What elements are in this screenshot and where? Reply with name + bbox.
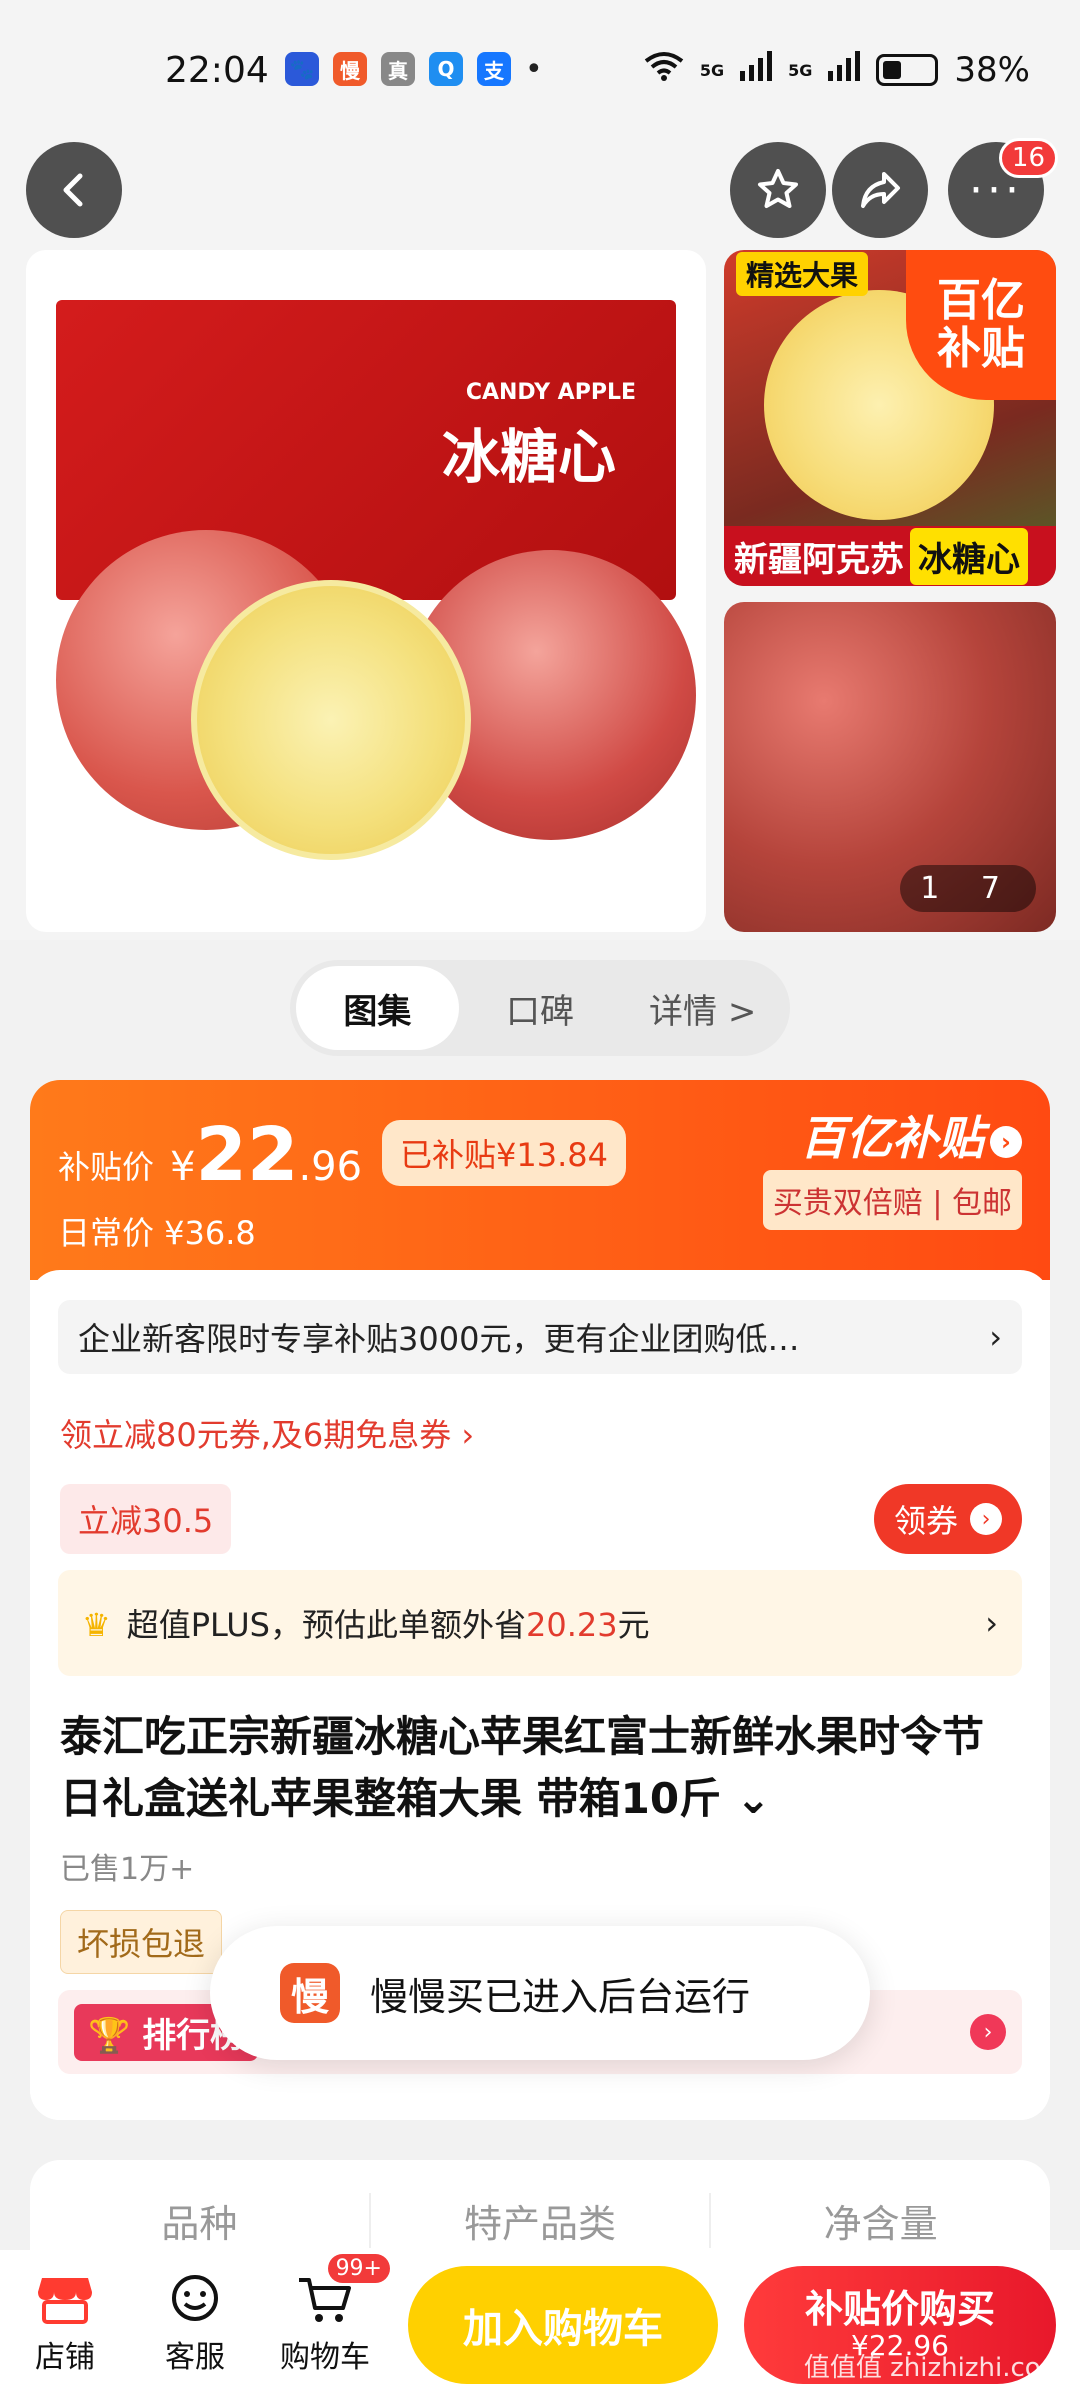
instant-discount-tag: 立减30.5 [60,1484,232,1554]
gallery-thumb-2[interactable]: 1 7 [724,602,1056,932]
battery-icon [876,54,939,86]
baidu-app-icon: 🐾 [285,52,319,86]
status-time: 22:04 [165,50,269,91]
buy-main-label: 补贴价购买 [804,2286,995,2331]
thumb-caption-a: 新疆阿克苏 [734,539,904,580]
manman-app-icon: 慢 [333,52,367,86]
plus-prefix: 超值PLUS，预估此单额外省 [126,1606,526,1644]
yi-badge-line2: 补贴 [937,323,1025,374]
service-tag: 坏损包退 [60,1910,223,1974]
get-coupon-button[interactable]: 领券 › [873,1484,1022,1554]
enterprise-promo-bar[interactable]: 企业新客限时专享补贴3000元，更有企业团购低… › [58,1300,1022,1374]
status-bar: 22:04 🐾 慢真 Q 支 • 5G 5G 38% [0,0,1080,130]
tab-reviews[interactable]: 口碑 [459,966,622,1050]
more-badge: 16 [998,138,1058,178]
tab-gallery[interactable]: 图集 [296,966,459,1050]
battery-level: 38% [954,50,1030,90]
tab-details[interactable]: 详情 > [621,966,784,1050]
enterprise-promo-text: 企业新客限时专享补贴3000元，更有企业团购低… [78,1320,800,1358]
smile-chat-icon [166,2274,224,2324]
trophy-icon: 🏆 [88,2015,131,2056]
plus-amount: 20.23 [525,1606,618,1644]
thumb-caption-b: 冰糖心 [910,527,1028,585]
service-label: 客服 [165,2340,225,2375]
plus-savings-bar[interactable]: ♛ 超值PLUS，预估此单额外省20.23元 › [58,1570,1022,1676]
top-nav: ··· 16 [0,130,1080,250]
chevron-left-icon [63,173,83,207]
more-notifications-dot: • [525,52,543,87]
subsidy-price: ¥22.96 [170,1112,362,1198]
back-button[interactable] [26,142,122,238]
signal-bars-icon [740,50,773,90]
favorite-button[interactable] [730,142,826,238]
box-chinese-text: 冰糖心 [441,423,616,491]
chevron-right-icon: › [970,2014,1006,2050]
guarantee-badge: 买贵双倍赔 | 包邮 [762,1170,1022,1230]
product-title[interactable]: 泰汇吃正宗新疆冰糖心苹果红富士新鲜水果时令节日礼盒送礼苹果整箱大果 带箱10斤 … [60,1706,1020,1830]
wifi-icon [644,50,684,90]
price-decimal: .96 [298,1144,363,1190]
signal-5g-2: 5G [788,60,813,80]
sold-count: 已售1万+ [60,1852,195,1887]
add-to-cart-button[interactable]: 加入购物车 [408,2266,718,2384]
manman-app-icon: 慢 [280,1963,340,2023]
yi-logo-text: 百亿补贴 [800,1111,984,1165]
apple-cut-half [191,580,471,860]
price-header: 补贴价 ¥22.96 已补贴¥13.84 日常价 ¥36.8 百亿补贴 › 买贵双… [30,1080,1050,1280]
spec-variety[interactable]: 品种 [30,2192,371,2248]
spec-category[interactable]: 特产品类 [371,2192,712,2248]
main-product-image[interactable]: CANDY APPLE 冰糖心 [26,250,706,932]
plus-savings-text: ♛ 超值PLUS，预估此单额外省20.23元 [82,1600,650,1646]
bottom-action-bar: 店铺 客服 99+ 购物车 加入购物车 补贴价购买 ¥22.96 值值值 zhi… [0,2250,1080,2400]
customer-service-button[interactable]: 客服 [130,2274,260,2376]
get-coupon-label: 领券 [893,1502,958,1540]
cart-button[interactable]: 99+ 购物车 [260,2254,390,2376]
toast-message: 慢慢买已进入后台运行 [370,1974,751,2019]
spec-net-weight[interactable]: 净含量 [711,2193,1050,2248]
crown-icon: ♛ [82,1606,111,1644]
image-counter: 1 7 [900,865,1036,912]
notification-app-icons: 🐾 慢真 Q 支 • [285,52,543,87]
plus-suffix: 元 [617,1606,650,1644]
coupon-offer-link[interactable]: 领立减80元券,及6期免息券 › [60,1410,474,1456]
share-button[interactable] [832,142,928,238]
chevron-right-icon: › [990,1125,1022,1158]
currency-symbol: ¥ [170,1144,196,1190]
daily-price: 日常价 ¥36.8 [58,1214,256,1252]
share-icon [861,172,900,208]
search-app-icon: Q [429,52,463,86]
cart-label: 购物车 [280,2340,370,2375]
gallery-thumb-1[interactable]: 精选大果 百亿 补贴 新疆阿克苏 冰糖心 [724,250,1056,586]
price-integer: 22 [195,1112,299,1198]
image-gallery[interactable]: CANDY APPLE 冰糖心 精选大果 百亿 补贴 新疆阿克苏 冰糖心 1 7 [0,250,1080,940]
background-run-toast: 慢 慢慢买已进入后台运行 [210,1926,870,2060]
subsidy-price-label: 补贴价 [58,1148,155,1186]
star-icon [758,169,798,208]
chevron-right-icon: › [985,1604,998,1642]
watermark: 值值值 zhizhizhi.com [803,2353,1066,2383]
signal-5g-1: 5G [699,60,725,80]
store-button[interactable]: 店铺 [0,2274,130,2376]
thumb-top-tag: 精选大果 [736,252,869,296]
yi-badge-line1: 百亿 [937,274,1025,326]
box-english-text: CANDY APPLE [465,380,636,405]
section-tabs: 图集 口碑 详情 > [290,960,790,1056]
yi-subsidy-logo[interactable]: 百亿补贴 › [800,1102,1022,1168]
subsidized-amount-badge: 已补贴¥13.84 [382,1120,626,1186]
chevron-right-icon: › [989,1318,1002,1356]
signal-bars-icon [828,50,861,90]
thumb-caption: 新疆阿克苏 冰糖心 [724,526,1056,586]
chevron-right-icon: › [970,1503,1002,1535]
status-right: 5G 5G 38% [644,50,1030,90]
store-label: 店铺 [35,2340,95,2375]
alipay-app-icon: 支 [477,52,511,86]
store-icon [36,2274,94,2324]
realme-app-icon: 真 [381,52,415,86]
cart-badge: 99+ [327,2254,390,2283]
